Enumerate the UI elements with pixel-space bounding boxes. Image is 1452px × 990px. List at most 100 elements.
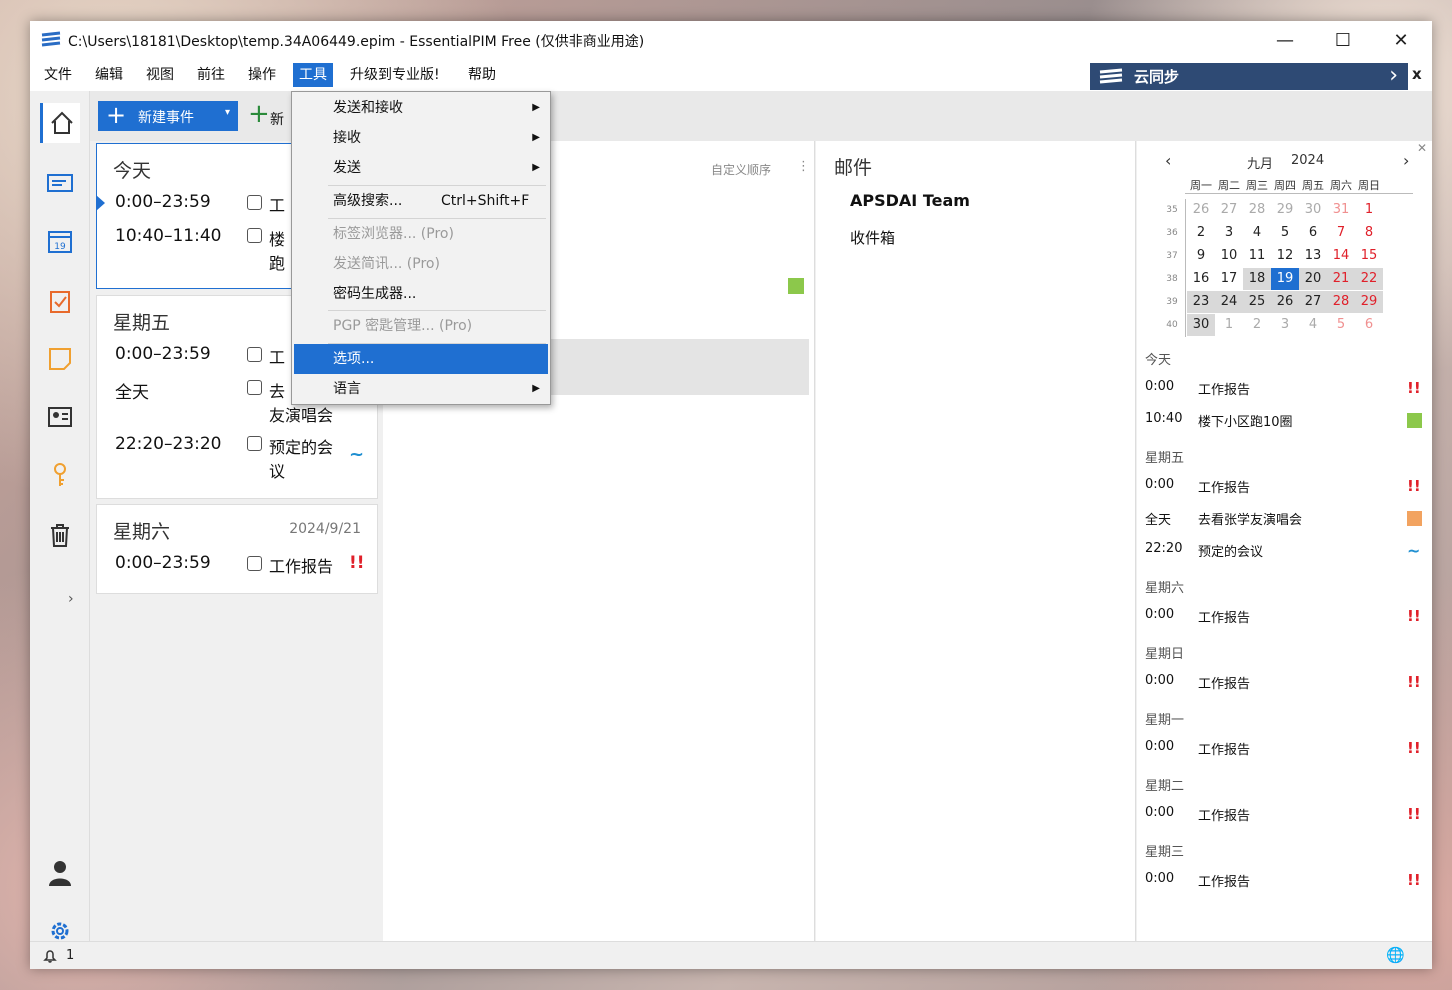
agenda-event[interactable]: 工作报告 [1198,739,1250,758]
calendar-day[interactable]: 14 [1327,245,1355,267]
calendar-day[interactable]: 13 [1299,245,1327,267]
calendar-day[interactable]: 27 [1299,291,1327,313]
calendar-day[interactable]: 3 [1215,222,1243,244]
calendar-month[interactable]: 九月 [1247,153,1273,172]
agenda-event[interactable]: 工作报告 [1198,673,1250,692]
event-checkbox[interactable] [247,347,262,362]
calendar-day[interactable]: 6 [1355,314,1383,336]
event-checkbox[interactable] [247,556,262,571]
calendar-day[interactable]: 29 [1271,199,1299,221]
event-checkbox[interactable] [247,436,262,451]
menu-send-newsletter[interactable]: 发送简讯... (Pro) [294,249,548,279]
agenda-event[interactable]: 工作报告 [1198,607,1250,626]
event-title[interactable]: 楼 [269,226,285,250]
calendar-prev-icon[interactable]: ‹ [1165,151,1171,170]
calendar-day[interactable]: 4 [1243,222,1271,244]
calendar-day[interactable]: 19 [1271,268,1299,290]
event-title[interactable]: 工 [269,344,285,368]
agenda-event[interactable]: 预定的会议 [1198,541,1263,560]
calendar-day[interactable]: 31 [1327,199,1355,221]
calendar-day[interactable]: 2 [1187,222,1215,244]
calendar-button[interactable]: 19 [40,221,80,261]
calendar-day[interactable]: 1 [1355,199,1383,221]
calendar-day[interactable]: 4 [1299,314,1327,336]
passwords-button[interactable] [40,455,80,495]
calendar-day[interactable]: 23 [1187,291,1215,313]
calendar-day[interactable]: 30 [1187,314,1215,336]
calendar-day[interactable]: 6 [1299,222,1327,244]
calendar-day[interactable]: 28 [1243,199,1271,221]
menu-password-generator[interactable]: 密码生成器... [294,279,548,309]
calendar-day[interactable]: 7 [1327,222,1355,244]
home-button[interactable] [40,103,80,143]
calendar-day[interactable]: 5 [1271,222,1299,244]
event-checkbox[interactable] [247,195,262,210]
menu-file[interactable]: 文件 [38,63,78,87]
calendar-day[interactable]: 21 [1327,268,1355,290]
trash-button[interactable] [40,515,80,555]
menu-options[interactable]: 选项... [294,344,548,374]
new-event-button[interactable]: + 新建事件 ▾ [98,101,238,131]
calendar-next-icon[interactable]: › [1403,151,1409,170]
globe-icon[interactable]: 🌐 [1386,946,1405,964]
maximize-button[interactable]: ☐ [1314,21,1372,59]
calendar-day[interactable]: 18 [1243,268,1271,290]
agenda-event[interactable]: 工作报告 [1198,477,1250,496]
contacts-button[interactable] [40,397,80,437]
selected-row[interactable] [549,339,809,395]
calendar-day[interactable]: 16 [1187,268,1215,290]
calendar-day[interactable]: 11 [1243,245,1271,267]
menu-send[interactable]: 发送 ▶ [294,153,548,183]
calendar-day[interactable]: 8 [1355,222,1383,244]
user-button[interactable] [40,853,80,893]
calendar-day[interactable]: 26 [1271,291,1299,313]
sidebar-close-icon[interactable]: ✕ [1417,141,1427,155]
event-title[interactable]: 工作报告 [269,553,333,577]
tasks-button[interactable] [40,281,80,321]
calendar-day[interactable]: 30 [1299,199,1327,221]
menu-receive[interactable]: 接收 ▶ [294,123,548,153]
agenda-event[interactable]: 工作报告 [1198,805,1250,824]
calendar-day[interactable]: 27 [1215,199,1243,221]
menu-language[interactable]: 语言 ▶ [294,374,548,404]
menu-tag-browser[interactable]: 标签浏览器... (Pro) [294,219,548,249]
agenda-event[interactable]: 工作报告 [1198,379,1250,398]
calendar-day[interactable]: 1 [1215,314,1243,336]
event-checkbox[interactable] [247,380,262,395]
calendar-day[interactable]: 10 [1215,245,1243,267]
calendar-day[interactable]: 12 [1271,245,1299,267]
menu-edit[interactable]: 编辑 [89,63,129,87]
menu-actions[interactable]: 操作 [242,63,282,87]
more-icon[interactable]: ⋮ [797,159,810,174]
close-window-button[interactable]: ✕ [1372,21,1430,59]
calendar-year[interactable]: 2024 [1291,153,1324,168]
calendar-day[interactable]: 15 [1355,245,1383,267]
calendar-day[interactable]: 26 [1187,199,1215,221]
notes-button[interactable] [40,339,80,379]
agenda-event[interactable]: 去看张学友演唱会 [1198,509,1302,528]
menu-upgrade[interactable]: 升级到专业版! [344,63,446,87]
rail-expand-chevron-icon[interactable]: › [68,591,74,607]
calendar-day[interactable]: 25 [1243,291,1271,313]
calendar-day[interactable]: 24 [1215,291,1243,313]
calendar-day[interactable]: 28 [1327,291,1355,313]
calendar-day[interactable]: 9 [1187,245,1215,267]
calendar-day[interactable]: 29 [1355,291,1383,313]
event-checkbox[interactable] [247,228,262,243]
minimize-button[interactable]: — [1256,21,1314,59]
event-title[interactable]: 预定的会 [269,434,333,458]
calendar-day[interactable]: 22 [1355,268,1383,290]
dropdown-arrow-icon[interactable]: ▾ [225,107,230,118]
sync-close-button[interactable]: x [1412,65,1422,83]
calendar-day[interactable]: 2 [1243,314,1271,336]
agenda-card-saturday[interactable]: 星期六 2024/9/21 0:00–23:59 工作报告 !! [96,504,378,594]
mail-account[interactable]: APSDAI Team [850,191,970,210]
agenda-event[interactable]: 工作报告 [1198,871,1250,890]
bell-icon[interactable] [42,948,58,964]
menu-help[interactable]: 帮助 [462,63,502,87]
menu-advanced-search[interactable]: 高级搜索... Ctrl+Shift+F [294,186,548,216]
calendar-day[interactable]: 3 [1271,314,1299,336]
calendar-day[interactable]: 5 [1327,314,1355,336]
menu-view[interactable]: 视图 [140,63,180,87]
calendar-day[interactable]: 20 [1299,268,1327,290]
